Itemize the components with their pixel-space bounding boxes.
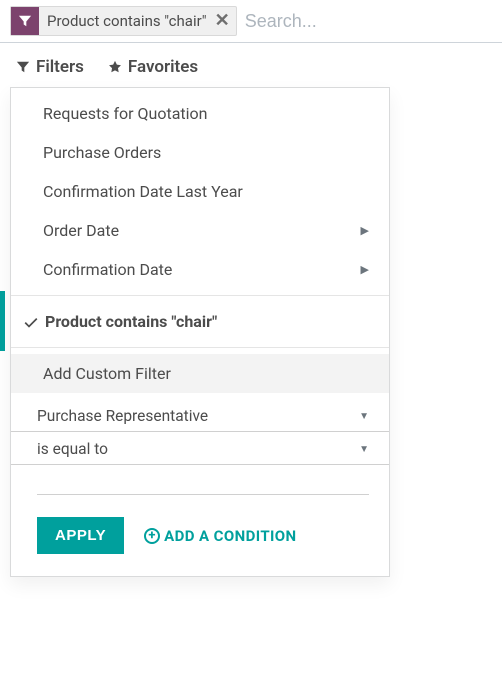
custom-filter-actions: APPLY + ADD A CONDITION	[11, 495, 389, 554]
custom-filter-field-select[interactable]: Purchase Representative ▼	[11, 399, 389, 432]
funnel-icon	[16, 60, 30, 74]
add-condition-button[interactable]: + ADD A CONDITION	[144, 527, 296, 545]
filter-option-label: Confirmation Date	[43, 260, 172, 279]
filter-option-po[interactable]: Purchase Orders	[11, 133, 389, 172]
filter-option-order-date[interactable]: Order Date ▶	[11, 211, 389, 250]
caret-down-icon: ▼	[359, 444, 369, 455]
selection-accent	[0, 291, 5, 351]
tab-favorites-label: Favorites	[128, 57, 198, 77]
facet-label: Product contains "chair"	[47, 12, 213, 30]
caret-down-icon: ▼	[359, 411, 369, 422]
search-input[interactable]	[237, 7, 494, 36]
active-filter-label: Product contains "chair"	[45, 312, 217, 331]
apply-button[interactable]: APPLY	[37, 517, 124, 554]
custom-filter-value-input[interactable]	[37, 465, 369, 495]
chevron-right-icon: ▶	[361, 263, 369, 276]
filter-option-conf-date[interactable]: Confirmation Date ▶	[11, 250, 389, 289]
search-bar: Product contains "chair" ✕	[0, 0, 502, 43]
filter-option-label: Confirmation Date Last Year	[43, 182, 243, 201]
tab-filters[interactable]: Filters	[16, 57, 84, 77]
custom-filter-operator-select[interactable]: is equal to ▼	[11, 432, 389, 465]
filter-option-conf-last-year[interactable]: Confirmation Date Last Year	[11, 172, 389, 211]
tab-favorites[interactable]: Favorites	[108, 57, 198, 77]
select-value: Purchase Representative	[37, 407, 208, 425]
plus-circle-icon: +	[144, 528, 160, 544]
filter-option-label: Requests for Quotation	[43, 104, 208, 123]
star-icon	[108, 60, 122, 74]
divider	[11, 295, 389, 296]
add-condition-label: ADD A CONDITION	[164, 527, 296, 545]
filter-icon	[11, 7, 39, 35]
chevron-right-icon: ▶	[361, 224, 369, 237]
filter-option-rfq[interactable]: Requests for Quotation	[11, 88, 389, 133]
tab-filters-label: Filters	[36, 57, 84, 77]
check-icon	[23, 314, 39, 330]
add-custom-filter-header[interactable]: Add Custom Filter	[11, 354, 389, 393]
select-value: is equal to	[37, 440, 108, 458]
filter-option-label: Order Date	[43, 221, 119, 240]
filter-tabs: Filters Favorites	[0, 43, 502, 87]
filter-option-label: Purchase Orders	[43, 143, 161, 162]
filters-dropdown: Requests for Quotation Purchase Orders C…	[10, 87, 390, 577]
facet-remove-icon[interactable]: ✕	[213, 12, 236, 30]
search-facet: Product contains "chair" ✕	[10, 6, 237, 36]
divider	[11, 347, 389, 348]
active-filter-row[interactable]: Product contains "chair"	[11, 302, 389, 341]
